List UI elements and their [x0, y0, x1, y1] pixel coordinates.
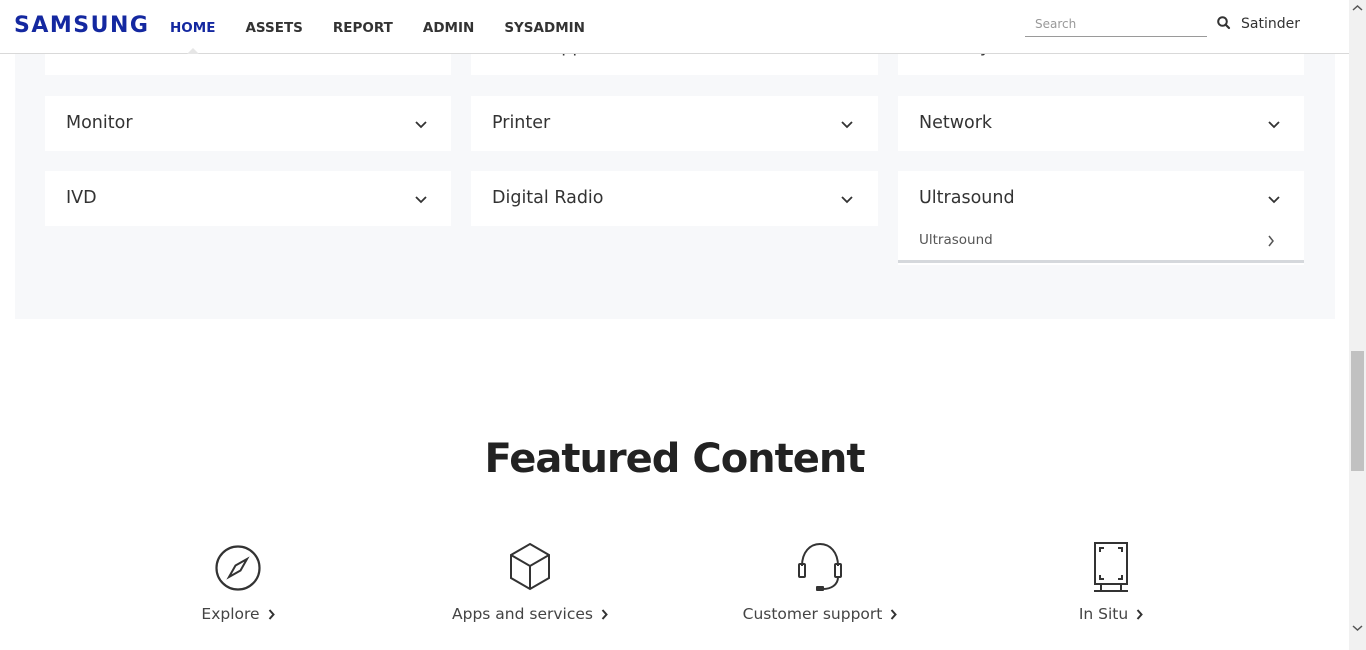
- category-card-network[interactable]: Network: [898, 96, 1304, 151]
- chevron-down-icon[interactable]: [1268, 121, 1280, 129]
- headset-icon: [798, 542, 842, 591]
- apps-services-link[interactable]: Apps and services: [452, 605, 608, 623]
- category-title: Digital Radio: [492, 188, 604, 208]
- customer-support-link[interactable]: Customer support: [743, 605, 898, 623]
- cube-icon: [510, 542, 550, 591]
- category-title: Monitor: [66, 113, 133, 133]
- category-card-monitor[interactable]: Monitor: [45, 96, 451, 151]
- feature-label: Apps and services: [452, 605, 593, 623]
- chevron-right-icon: [268, 608, 275, 620]
- scrollbar-thumb[interactable]: [1351, 351, 1364, 471]
- nav-report[interactable]: REPORT: [333, 0, 393, 54]
- samsung-logo[interactable]: SAMSUNG: [14, 13, 149, 38]
- category-card-ultrasound[interactable]: Ultrasound Ultrasound: [898, 171, 1304, 265]
- explore-link[interactable]: Explore: [201, 605, 275, 623]
- scroll-up-arrow-icon[interactable]: [1349, 0, 1366, 17]
- chevron-right-icon: [601, 608, 608, 620]
- category-title: Ultrasound: [919, 188, 1015, 208]
- feature-label: Customer support: [742, 605, 883, 623]
- feature-apps-services: Apps and services: [410, 540, 650, 623]
- feature-customer-support: Customer support: [700, 540, 940, 623]
- chevron-down-icon[interactable]: [841, 121, 853, 129]
- page-viewport: Harman Home Appliance Memory Monitor Pri…: [0, 0, 1349, 650]
- feature-label: Explore: [201, 605, 260, 623]
- compass-icon: [215, 545, 261, 591]
- chevron-down-icon[interactable]: [415, 121, 427, 129]
- feature-label: In Situ: [1078, 605, 1129, 623]
- user-name[interactable]: Satinder: [1241, 16, 1300, 32]
- active-caret-icon: [186, 48, 199, 54]
- nav-label: ADMIN: [422, 20, 475, 36]
- main-nav: HOME ASSETS REPORT ADMIN SYSADMIN: [170, 0, 615, 54]
- search-icon[interactable]: [1216, 15, 1232, 31]
- feature-in-situ: In Situ: [991, 540, 1231, 623]
- nav-label: ASSETS: [245, 20, 303, 36]
- vertical-scrollbar[interactable]: [1349, 0, 1366, 650]
- chevron-down-icon[interactable]: [841, 196, 853, 204]
- nav-assets[interactable]: ASSETS: [245, 0, 302, 54]
- search-input[interactable]: [1025, 12, 1207, 37]
- featured-title: Featured Content: [484, 436, 866, 482]
- chevron-right-icon: [891, 608, 898, 620]
- chevron-down-icon[interactable]: [415, 196, 427, 204]
- feature-explore: Explore: [118, 540, 358, 623]
- scroll-down-arrow-icon[interactable]: [1349, 620, 1366, 637]
- nav-admin[interactable]: ADMIN: [423, 0, 474, 54]
- device-frame-icon: [1094, 542, 1128, 592]
- chevron-down-icon[interactable]: [1268, 196, 1280, 204]
- nav-label: HOME: [170, 20, 216, 36]
- nav-home[interactable]: HOME: [170, 0, 215, 54]
- nav-label: REPORT: [332, 20, 393, 36]
- category-title: Printer: [492, 113, 551, 133]
- category-card-printer[interactable]: Printer: [471, 96, 878, 151]
- in-situ-link[interactable]: In Situ: [1078, 605, 1144, 623]
- nav-label: SYSADMIN: [504, 20, 585, 36]
- subcategory-label: Ultrasound: [919, 232, 993, 248]
- subcategory-item[interactable]: Ultrasound: [898, 225, 1304, 263]
- nav-sysadmin[interactable]: SYSADMIN: [504, 0, 585, 54]
- category-title: IVD: [66, 188, 97, 208]
- chevron-right-icon: [1136, 608, 1144, 620]
- top-header: SAMSUNG HOME ASSETS REPORT ADMIN SYSADMI…: [0, 0, 1349, 54]
- chevron-right-icon[interactable]: [1267, 235, 1275, 247]
- category-title: Network: [919, 113, 993, 133]
- category-card-ivd[interactable]: IVD: [45, 171, 451, 226]
- category-card-digital-radio[interactable]: Digital Radio: [471, 171, 878, 226]
